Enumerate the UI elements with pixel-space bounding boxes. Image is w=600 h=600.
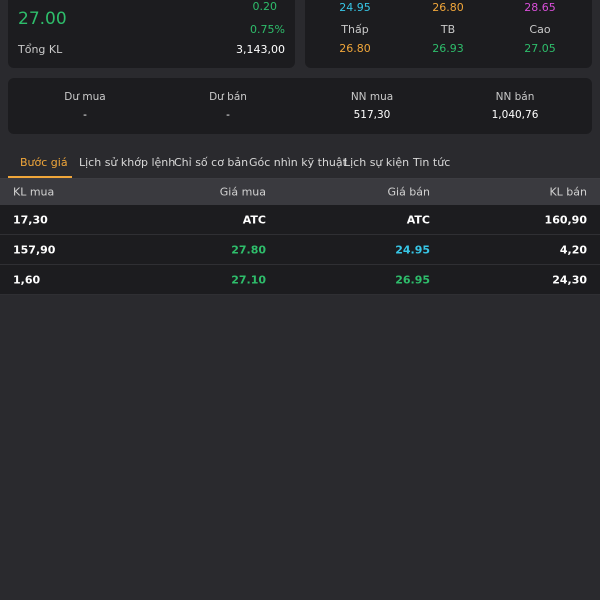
sell-volume: 160,90 xyxy=(544,213,587,226)
floor-price: 24.95 xyxy=(339,1,371,14)
total-volume-label: Tổng KL xyxy=(18,43,63,56)
sell-price: 24.95 xyxy=(395,243,430,256)
ceiling-price: 28.65 xyxy=(524,1,556,14)
stat-value-nn-mua: 517,30 xyxy=(353,109,391,121)
buy-volume: 157,90 xyxy=(13,243,56,256)
stat-label-nn-ban: NN bán xyxy=(495,91,535,103)
low-label: Thấp xyxy=(341,23,369,36)
stat-label-du-ban: Dư bán xyxy=(209,91,247,103)
table-row[interactable]: 1,60 27.10 26.95 24,30 xyxy=(0,265,600,295)
stat-value-nn-ban: 1,040,76 xyxy=(491,109,539,121)
tab-fundamentals[interactable]: Chỉ số cơ bản xyxy=(174,156,248,169)
header-sell-volume: KL bán xyxy=(549,185,587,199)
stat-value-du-mua: - xyxy=(83,109,87,121)
price-range-card: 24.95 26.80 28.65 Thấp TB Cao 26.80 26.9… xyxy=(305,0,592,68)
header-buy-price: Giá mua xyxy=(219,185,266,199)
table-row[interactable]: 157,90 27.80 24.95 4,20 xyxy=(0,235,600,265)
price-change-percent: 0.75% xyxy=(250,23,285,36)
price-summary-card: 27.00 0.20 0.75% Tổng KL 3,143,00 xyxy=(8,0,295,68)
avg-value: 26.93 xyxy=(432,42,464,55)
high-label: Cao xyxy=(529,23,551,36)
stat-value-du-ban: - xyxy=(226,109,230,121)
sell-volume: 4,20 xyxy=(559,243,587,256)
stat-label-du-mua: Dư mua xyxy=(64,91,106,103)
active-tab-indicator xyxy=(8,176,72,178)
buy-volume: 1,60 xyxy=(13,273,41,286)
tab-match-history[interactable]: Lịch sử khớp lệnh xyxy=(79,156,175,169)
low-value: 26.80 xyxy=(339,42,371,55)
tab-news[interactable]: Tin tức xyxy=(413,156,450,169)
total-volume-value: 3,143,00 xyxy=(236,43,285,56)
price-change: 0.20 xyxy=(252,0,278,13)
tab-events[interactable]: Lịch sự kiện xyxy=(344,156,409,169)
tab-price-steps[interactable]: Bước giá xyxy=(20,156,68,169)
header-sell-price: Giá bán xyxy=(387,185,430,199)
buy-volume: 17,30 xyxy=(13,213,48,226)
reference-price: 26.80 xyxy=(432,1,464,14)
table-row[interactable]: 17,30 ATC ATC 160,90 xyxy=(0,205,600,235)
sell-volume: 24,30 xyxy=(552,273,587,286)
header-buy-volume: KL mua xyxy=(13,185,55,199)
buy-price: ATC xyxy=(242,213,266,226)
high-value: 27.05 xyxy=(524,42,556,55)
detail-tabs: Bước giá Lịch sử khớp lệnh Chỉ số cơ bản… xyxy=(0,148,600,179)
sell-price: 26.95 xyxy=(395,273,430,286)
sell-price: ATC xyxy=(406,213,430,226)
buy-price: 27.10 xyxy=(231,273,266,286)
tab-technical-view[interactable]: Góc nhìn kỹ thuật xyxy=(249,156,347,169)
table-header: KL mua Giá mua Giá bán KL bán xyxy=(0,179,600,205)
market-stats-card: Dư mua - Dư bán - NN mua 517,30 NN bán 1… xyxy=(8,78,592,134)
stat-label-nn-mua: NN mua xyxy=(350,91,394,103)
buy-price: 27.80 xyxy=(231,243,266,256)
current-price: 27.00 xyxy=(18,9,67,29)
avg-label: TB xyxy=(440,23,456,36)
order-book-table: KL mua Giá mua Giá bán KL bán 17,30 ATC … xyxy=(0,179,600,295)
